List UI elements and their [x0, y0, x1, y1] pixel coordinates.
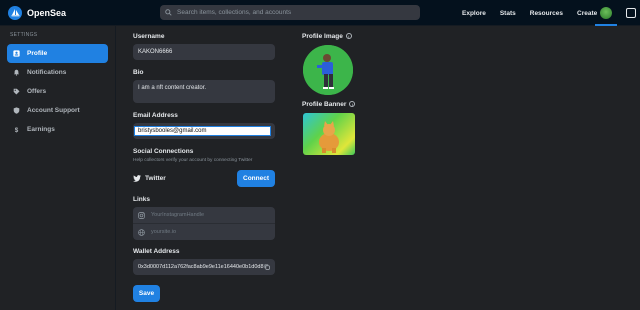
- top-nav: OpenSea Search items, collections, and a…: [0, 0, 640, 26]
- brand-name: OpenSea: [27, 7, 67, 18]
- tag-icon: [13, 88, 20, 95]
- profile-image-label: Profile Image: [302, 33, 343, 40]
- username-field[interactable]: KAKON6666: [133, 44, 275, 60]
- nav-link-explore[interactable]: Explore: [462, 10, 486, 17]
- nav-link-resources[interactable]: Resources: [530, 10, 563, 17]
- instagram-link-field[interactable]: YourInstagramHandle: [133, 207, 275, 223]
- search-placeholder: Search items, collections, and accounts: [177, 9, 292, 16]
- sidebar-item-earnings[interactable]: $ Earnings: [7, 120, 108, 139]
- sidebar-item-label: Profile: [27, 50, 48, 57]
- info-icon[interactable]: i: [345, 33, 352, 39]
- shield-icon: [13, 107, 20, 114]
- profile-banner-image[interactable]: [303, 113, 355, 155]
- settings-sidebar: SETTINGS Profile Notifications Offers Ac…: [0, 26, 116, 310]
- search-icon: [165, 9, 172, 16]
- email-field[interactable]: bristysbooles@gmail.com: [134, 126, 271, 136]
- wallet-icon[interactable]: [626, 8, 636, 18]
- profile-image[interactable]: [303, 45, 353, 95]
- connect-twitter-button[interactable]: Connect: [237, 170, 275, 187]
- profile-banner-label: Profile Banner: [302, 101, 347, 108]
- profile-image-heading: Profile Image i: [302, 33, 352, 40]
- sidebar-item-label: Account Support: [27, 107, 80, 114]
- sidebar-item-label: Notifications: [27, 69, 67, 76]
- sidebar-item-profile[interactable]: Profile: [7, 44, 108, 63]
- wallet-address-value: 0x3d0007d112a762fac8ab9e9e11e16440e0b1d0…: [138, 264, 264, 270]
- user-avatar[interactable]: [600, 7, 612, 19]
- banner-cat-icon: [319, 121, 339, 153]
- username-label: Username: [133, 33, 165, 40]
- nav-links: Explore Stats Resources Create: [462, 0, 611, 26]
- sidebar-item-label: Offers: [27, 88, 47, 95]
- wallet-address-field: 0x3d0007d112a762fac8ab9e9e11e16440e0b1d0…: [133, 259, 275, 275]
- sidebar-item-account-support[interactable]: Account Support: [7, 101, 108, 120]
- active-indicator: [595, 24, 617, 26]
- bio-field[interactable]: I am a nft content creator.: [133, 80, 275, 103]
- sidebar-item-offers[interactable]: Offers: [7, 82, 108, 101]
- instagram-icon: [138, 211, 145, 219]
- social-help-text: Help collectors verify your account by c…: [133, 158, 253, 163]
- nav-link-stats[interactable]: Stats: [500, 10, 516, 17]
- save-button[interactable]: Save: [133, 285, 160, 302]
- profile-banner-heading: Profile Banner i: [302, 101, 356, 108]
- dollar-icon: $: [13, 126, 20, 133]
- twitter-icon: [133, 175, 141, 182]
- brand-logo[interactable]: OpenSea: [8, 5, 67, 20]
- email-label: Email Address: [133, 112, 178, 119]
- bio-label: Bio: [133, 69, 144, 76]
- copy-icon[interactable]: [264, 264, 270, 270]
- sidebar-item-label: Earnings: [27, 126, 55, 133]
- social-connections-label: Social Connections: [133, 148, 194, 155]
- sidebar-item-notifications[interactable]: Notifications: [7, 63, 108, 82]
- website-placeholder: yoursite.io: [151, 229, 177, 235]
- profile-icon: [13, 50, 20, 57]
- twitter-label: Twitter: [145, 175, 166, 182]
- info-icon[interactable]: i: [349, 101, 356, 107]
- links-label: Links: [133, 196, 150, 203]
- wallet-address-label: Wallet Address: [133, 248, 180, 255]
- nav-link-create[interactable]: Create: [577, 10, 597, 17]
- settings-heading: SETTINGS: [10, 32, 38, 38]
- website-link-field[interactable]: yoursite.io: [133, 224, 275, 240]
- search-input[interactable]: Search items, collections, and accounts: [160, 5, 420, 20]
- opensea-logo-icon: [8, 5, 22, 20]
- bell-icon: [13, 69, 20, 76]
- profile-figure-icon: [303, 45, 353, 95]
- svg-text:$: $: [15, 127, 19, 133]
- globe-icon: [138, 228, 145, 236]
- instagram-placeholder: YourInstagramHandle: [151, 212, 204, 218]
